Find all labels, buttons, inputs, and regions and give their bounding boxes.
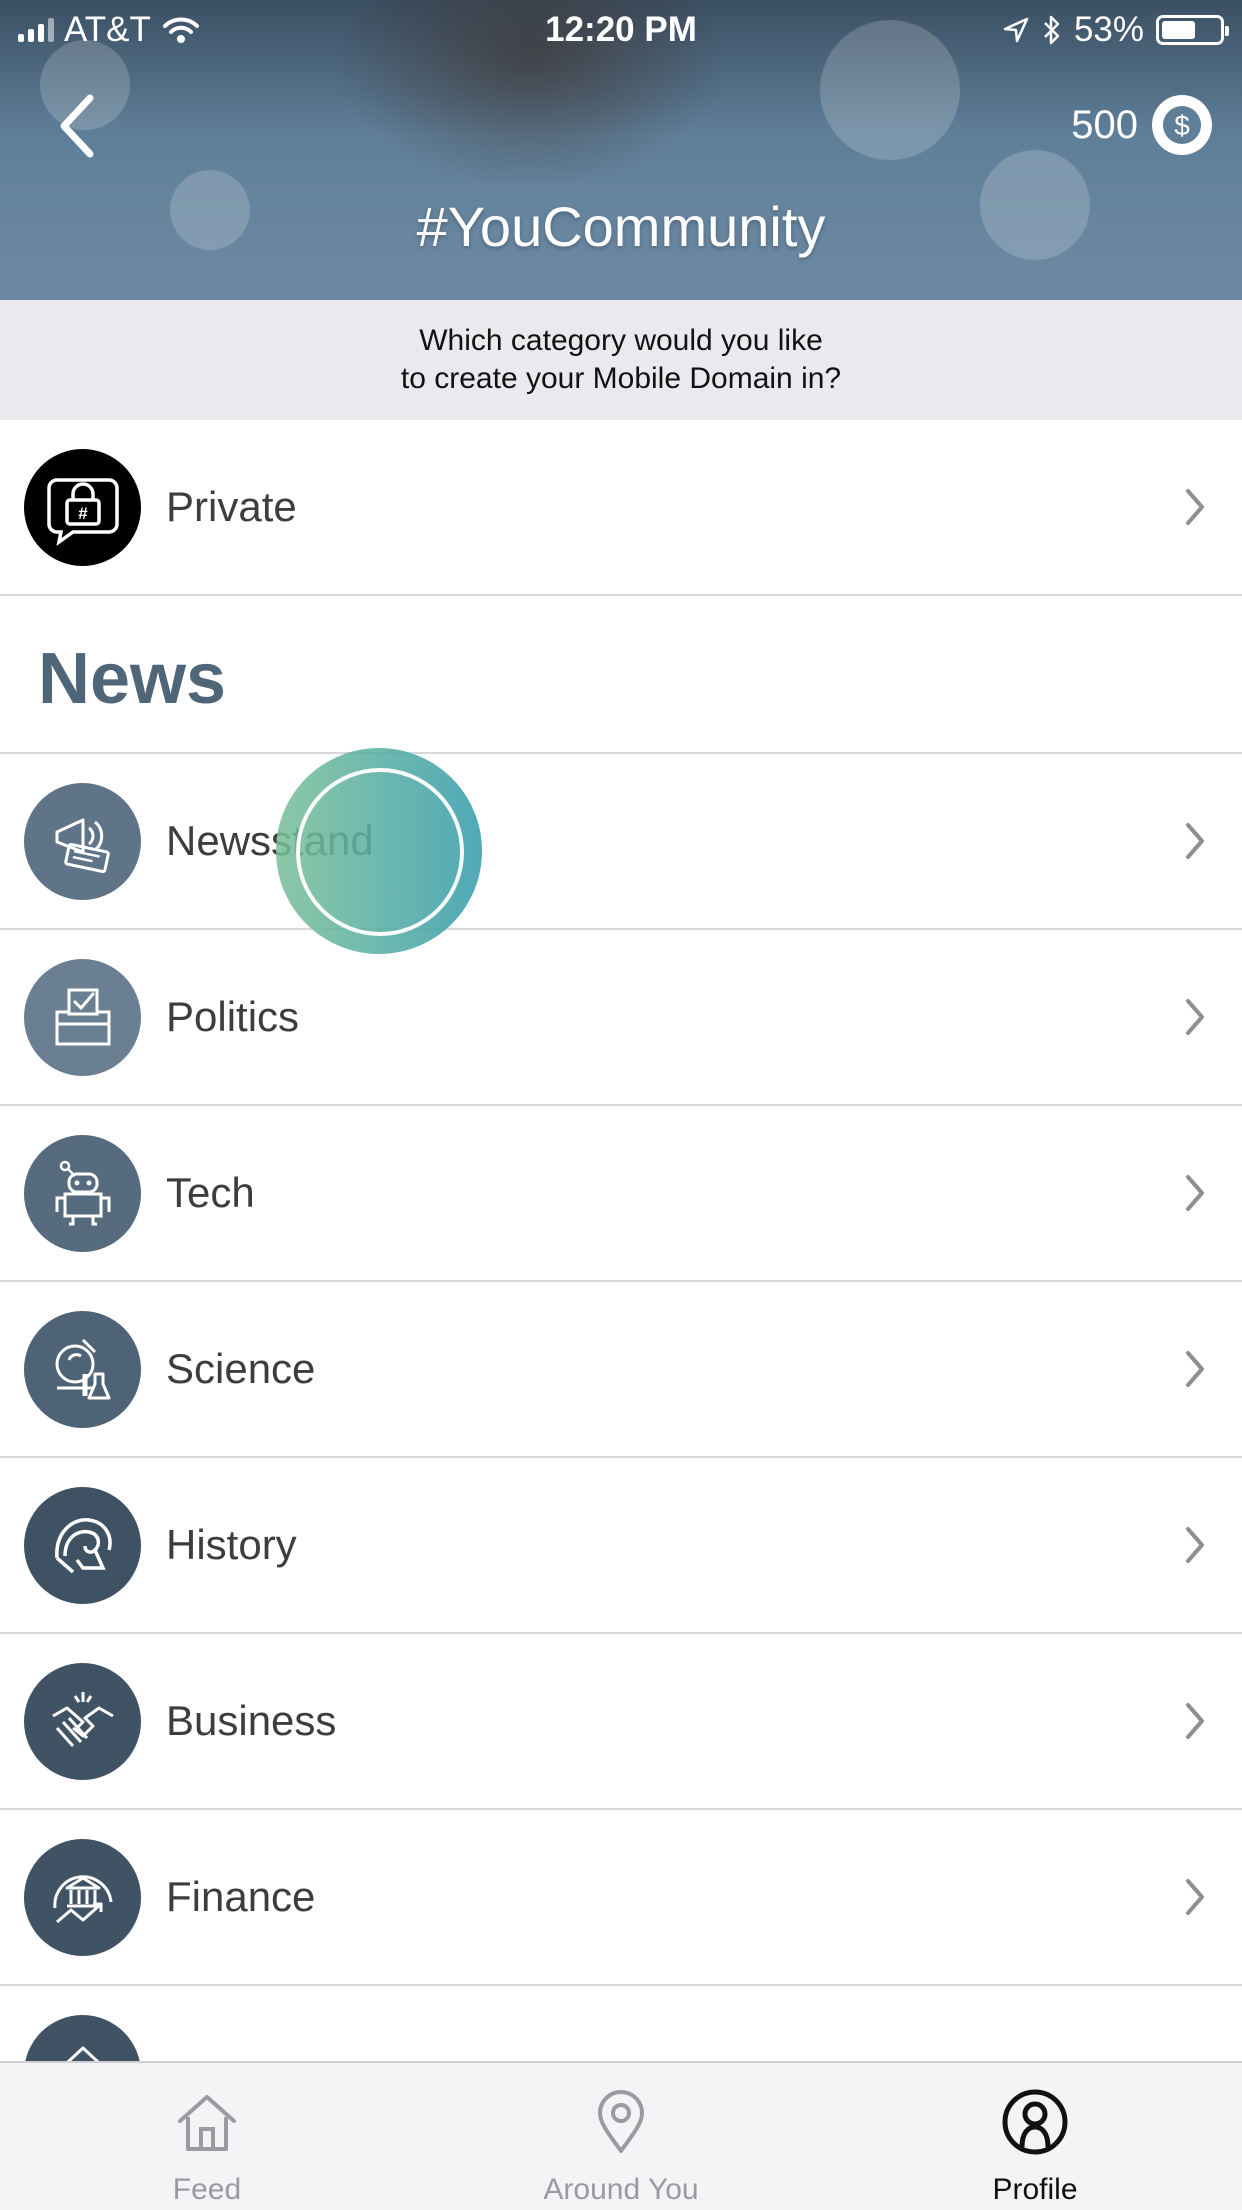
status-bar: AT&T 12:20 PM 53% (0, 0, 1242, 62)
category-prompt: Which category would you like to create … (0, 300, 1242, 420)
chevron-right-icon (1186, 1527, 1204, 1563)
tab-label: Feed (172, 2173, 242, 2206)
tab-bar: Feed Around You Profile (0, 2061, 1242, 2210)
tab-around-you[interactable]: Around You (414, 2063, 828, 2210)
prompt-text: Which category would you like to create … (400, 324, 842, 395)
svg-text:#: # (78, 504, 88, 523)
tab-label: Profile (992, 2173, 1078, 2206)
battery-percent: 53% (1073, 10, 1144, 49)
location-arrow-icon (1003, 17, 1029, 43)
category-row-finance[interactable]: Finance (0, 1810, 1242, 1986)
touch-indicator (276, 748, 482, 954)
dollar-coin-icon: $ (1152, 95, 1212, 155)
chevron-right-icon (1186, 1351, 1204, 1387)
profile-icon (1002, 2089, 1068, 2155)
chevron-right-icon (1186, 489, 1204, 525)
category-label: Politics (166, 993, 300, 1040)
chevron-right-icon (1186, 999, 1204, 1035)
location-pin-icon (598, 2090, 644, 2153)
robot-icon (24, 1135, 141, 1252)
chevron-right-icon (1186, 1879, 1204, 1915)
svg-text:$: $ (1174, 110, 1190, 141)
section-title: News (38, 639, 227, 719)
category-row-science[interactable]: Science (0, 1282, 1242, 1458)
lock-hashtag-icon: # (24, 449, 141, 566)
bluetooth-icon (1044, 15, 1060, 45)
touch-ring (296, 768, 464, 936)
category-row-newsstand[interactable]: Newsstand (0, 754, 1242, 930)
category-row-private[interactable]: # Private (0, 420, 1242, 596)
category-row-history[interactable]: History (0, 1458, 1242, 1634)
category-label: Finance (166, 1873, 316, 1920)
page-title: #YouCommunity (416, 195, 826, 258)
chevron-right-icon (1186, 1175, 1204, 1211)
back-chevron-icon[interactable] (50, 86, 110, 166)
microscope-flask-icon (24, 1311, 141, 1428)
ballot-box-icon (24, 959, 141, 1076)
bank-growth-icon (24, 1839, 141, 1956)
category-row-business[interactable]: Business (0, 1634, 1242, 1810)
chevron-right-icon (1186, 823, 1204, 859)
spartan-helmet-icon (24, 1487, 141, 1604)
category-label: Science (166, 1345, 316, 1392)
tab-profile[interactable]: Profile (828, 2063, 1242, 2210)
tab-label: Around You (543, 2173, 699, 2206)
category-label: Business (166, 1697, 337, 1744)
category-label: History (166, 1521, 297, 1568)
chevron-right-icon (1186, 1703, 1204, 1739)
category-label: Tech (166, 1169, 255, 1216)
header-banner: AT&T 12:20 PM 53% 500 $ #YouCommunity (0, 0, 1242, 300)
category-label: Private (166, 483, 297, 530)
handshake-icon (24, 1663, 141, 1780)
category-row-tech[interactable]: Tech (0, 1106, 1242, 1282)
tab-feed[interactable]: Feed (0, 2063, 414, 2210)
home-icon (178, 2095, 236, 2151)
megaphone-newspaper-icon (24, 783, 141, 900)
section-header-news: News (0, 598, 1242, 754)
battery-icon (1156, 15, 1229, 45)
coin-balance[interactable]: 500 $ (1071, 95, 1212, 155)
coin-count: 500 (1071, 102, 1138, 147)
category-row-politics[interactable]: Politics (0, 930, 1242, 1106)
status-right: 53% (1002, 10, 1229, 50)
